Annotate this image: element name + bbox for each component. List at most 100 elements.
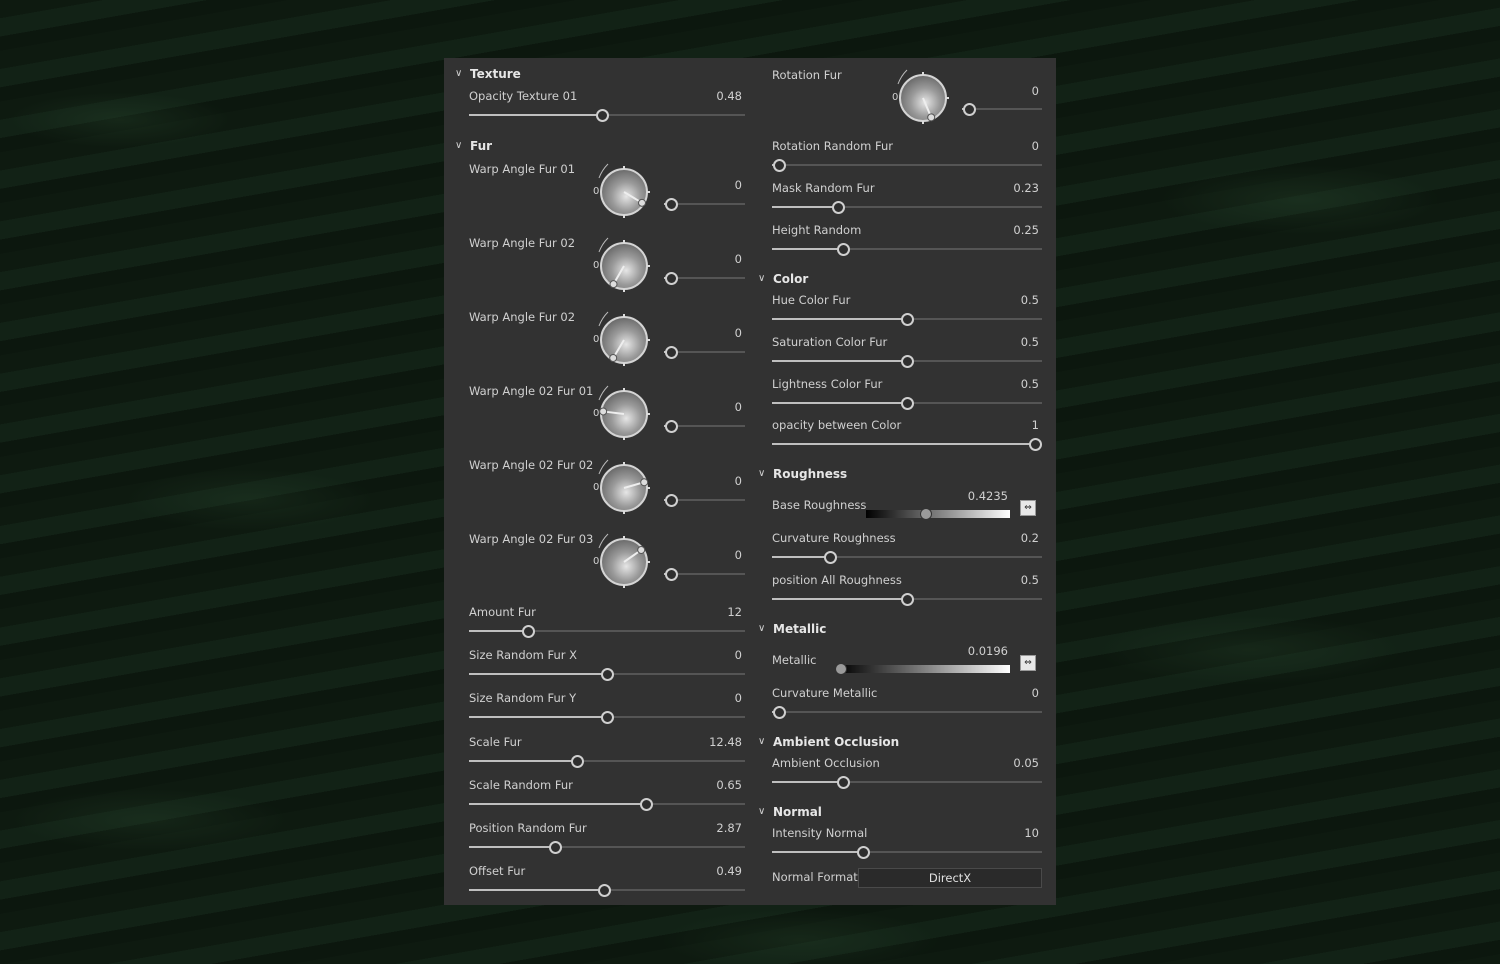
ambient-occlusion-slider[interactable] — [772, 775, 1042, 789]
slider-thumb[interactable] — [920, 507, 933, 520]
slider-thumb[interactable] — [548, 840, 562, 854]
rotation-random-fur-slider[interactable] — [772, 158, 1042, 172]
slider-thumb[interactable] — [570, 754, 584, 768]
metallic-gradient-slider[interactable] — [834, 662, 1010, 675]
scale-fur-slider[interactable] — [469, 754, 745, 768]
slider-thumb[interactable] — [963, 102, 976, 116]
slider-thumb[interactable] — [601, 710, 614, 724]
slider-thumb[interactable] — [595, 108, 609, 122]
chevron-down-icon[interactable]: ∨ — [758, 272, 765, 286]
slider-thumb[interactable] — [665, 419, 678, 433]
opacity-texture-01-slider[interactable] — [469, 108, 745, 122]
slider-thumb[interactable] — [824, 550, 838, 564]
chevron-down-icon[interactable]: ∨ — [758, 735, 765, 749]
saturation-color-fur-slider[interactable] — [772, 354, 1042, 368]
intensity-normal-slider[interactable] — [772, 845, 1042, 859]
size-random-fur-x-slider[interactable] — [469, 667, 745, 681]
slider-thumb[interactable] — [601, 667, 614, 681]
position-all-roughness-value: 0.5 — [1020, 573, 1039, 587]
swap-icon[interactable]: ⇔ — [1020, 655, 1036, 671]
slider-thumb[interactable] — [901, 312, 914, 326]
slider-thumb[interactable] — [665, 271, 678, 285]
slider-thumb[interactable] — [773, 705, 786, 719]
warp-angle-02-fur-02-knob[interactable] — [598, 459, 650, 514]
slider-thumb[interactable] — [665, 567, 678, 581]
section-header-ambient-occlusion[interactable]: Ambient Occlusion — [773, 735, 899, 749]
chevron-down-icon[interactable]: ∨ — [455, 139, 462, 153]
slider-fill — [772, 781, 843, 783]
warp-angle-02-fur-03-knob[interactable] — [598, 533, 650, 588]
height-random-label: Height Random — [772, 223, 862, 237]
height-random-slider[interactable] — [772, 242, 1042, 256]
amount-fur-slider[interactable] — [469, 624, 745, 638]
slider-thumb[interactable] — [857, 845, 871, 859]
curvature-roughness-label: Curvature Roughness — [772, 531, 896, 545]
lightness-color-fur-value: 0.5 — [1020, 377, 1039, 391]
section-header-normal[interactable]: Normal — [773, 805, 822, 819]
hue-color-fur-slider[interactable] — [772, 312, 1042, 326]
chevron-down-icon[interactable]: ∨ — [758, 805, 765, 819]
warp-angle-02-fur-01-knob[interactable] — [598, 385, 650, 440]
warp-angle-fur-02-slider[interactable] — [664, 345, 745, 359]
mask-random-fur-slider[interactable] — [772, 200, 1042, 214]
amount-fur-label: Amount Fur — [469, 605, 536, 619]
slider-thumb[interactable] — [665, 493, 678, 507]
opacity-between-color-slider[interactable] — [772, 437, 1042, 451]
offset-fur-slider[interactable] — [469, 883, 745, 897]
knob-dial-icon — [897, 69, 949, 124]
size-random-fur-y-slider[interactable] — [469, 710, 745, 724]
slider-thumb[interactable] — [901, 354, 914, 368]
slider-thumb[interactable] — [598, 883, 612, 897]
normal-format-dropdown[interactable]: DirectX — [858, 868, 1042, 888]
slider-thumb[interactable] — [665, 345, 678, 359]
chevron-down-icon[interactable]: ∨ — [455, 67, 462, 81]
slider-fill — [469, 760, 577, 762]
section-header-color[interactable]: Color — [773, 272, 808, 286]
section-header-fur[interactable]: Fur — [470, 139, 492, 153]
slider-thumb[interactable] — [1029, 437, 1042, 451]
base-roughness-gradient-slider[interactable] — [866, 507, 1010, 520]
chevron-down-icon[interactable]: ∨ — [758, 622, 765, 636]
slider-thumb[interactable] — [901, 396, 914, 410]
lightness-color-fur-slider[interactable] — [772, 396, 1042, 410]
curvature-roughness-slider[interactable] — [772, 550, 1042, 564]
intensity-normal-label: Intensity Normal — [772, 826, 868, 840]
section-header-texture[interactable]: Texture — [470, 67, 521, 81]
section-header-metallic[interactable]: Metallic — [773, 622, 826, 636]
size-random-fur-y-label: Size Random Fur Y — [469, 691, 577, 705]
rotation-fur-slider[interactable] — [962, 102, 1042, 116]
slider-thumb[interactable] — [837, 242, 850, 256]
warp-angle-fur-02-label: Warp Angle Fur 02 — [469, 310, 576, 324]
warp-angle-fur-02-knob[interactable] — [598, 311, 650, 366]
section-header-roughness[interactable]: Roughness — [773, 467, 847, 481]
slider-fill — [772, 598, 907, 600]
slider-thumb[interactable] — [640, 797, 654, 811]
chevron-down-icon[interactable]: ∨ — [758, 467, 765, 481]
warp-angle-02-fur-03-slider[interactable] — [664, 567, 745, 581]
warp-angle-fur-02-slider[interactable] — [664, 271, 745, 285]
rotation-fur-knob[interactable] — [897, 69, 949, 124]
slider-thumb[interactable] — [901, 592, 914, 606]
swap-icon[interactable]: ⇔ — [1020, 500, 1036, 516]
slider-thumb[interactable] — [831, 200, 845, 214]
position-all-roughness-slider[interactable] — [772, 592, 1042, 606]
warp-angle-fur-01-slider[interactable] — [664, 197, 745, 211]
scale-random-fur-slider[interactable] — [469, 797, 745, 811]
position-random-fur-slider[interactable] — [469, 840, 745, 854]
curvature-metallic-slider[interactable] — [772, 705, 1042, 719]
warp-angle-fur-01-knob[interactable] — [598, 163, 650, 218]
slider-fill — [469, 846, 555, 848]
warp-angle-02-fur-02-slider[interactable] — [664, 493, 745, 507]
size-random-fur-x-label: Size Random Fur X — [469, 648, 578, 662]
slider-thumb[interactable] — [665, 197, 678, 211]
slider-thumb[interactable] — [837, 775, 850, 789]
curvature-roughness-value: 0.2 — [1020, 531, 1039, 545]
knob-dial-icon — [598, 533, 650, 588]
knob-dial-icon — [598, 385, 650, 440]
slider-thumb[interactable] — [773, 158, 786, 172]
saturation-color-fur-value: 0.5 — [1020, 335, 1039, 349]
warp-angle-fur-02-knob[interactable] — [598, 237, 650, 292]
warp-angle-02-fur-01-slider[interactable] — [664, 419, 745, 433]
slider-thumb[interactable] — [834, 662, 847, 675]
slider-thumb[interactable] — [522, 624, 536, 638]
